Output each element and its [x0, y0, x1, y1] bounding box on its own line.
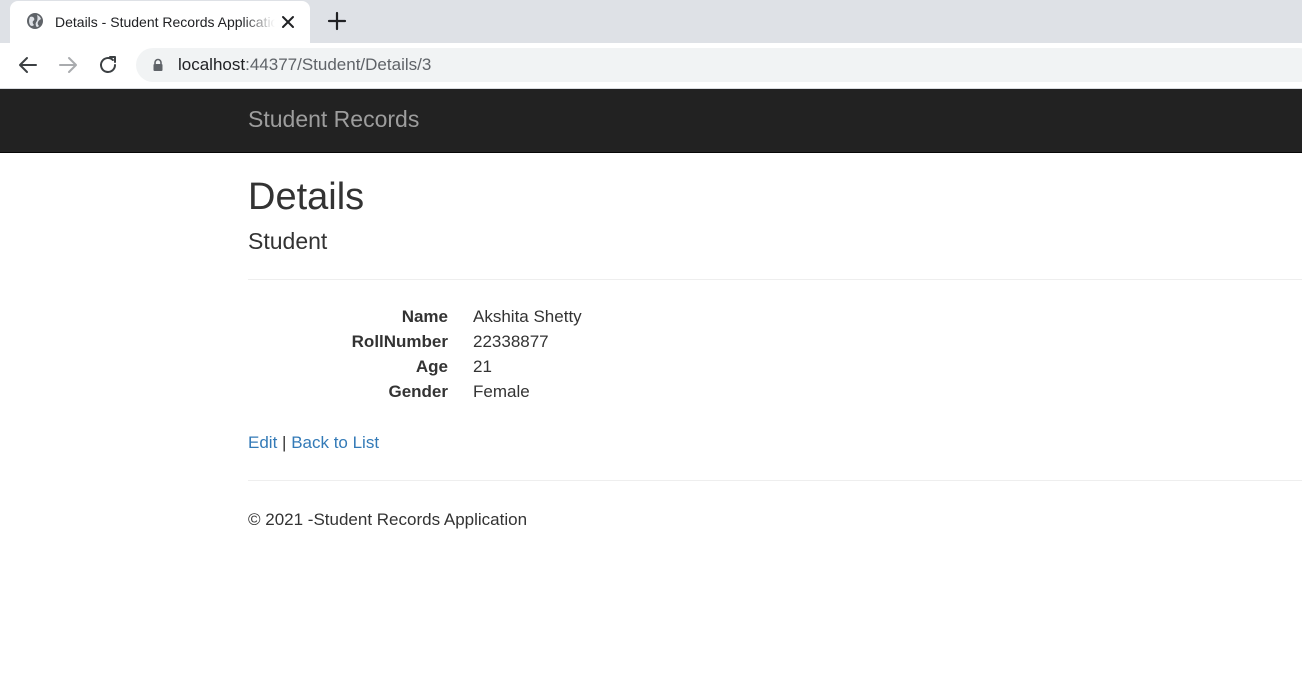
url-host: localhost — [178, 55, 246, 74]
action-links: Edit | Back to List — [248, 430, 379, 455]
detail-value: Akshita Shetty — [473, 307, 582, 326]
detail-row-gender: Gender Female — [248, 379, 848, 404]
back-arrow-icon[interactable] — [17, 54, 39, 76]
url-path: :44377/Student/Details/3 — [245, 55, 432, 74]
edit-link[interactable]: Edit — [248, 433, 277, 452]
globe-icon — [27, 13, 43, 29]
detail-label: Age — [415, 357, 448, 376]
url-text[interactable]: localhost:44377/Student/Details/3 — [178, 55, 431, 75]
page-title: Details — [248, 176, 365, 218]
brand-link[interactable]: Student Records — [248, 105, 419, 133]
footer-divider — [248, 480, 1302, 481]
browser-tab-strip: Details - Student Records Application — [0, 0, 1302, 43]
detail-value: Female — [473, 382, 530, 401]
link-separator: | — [282, 433, 287, 452]
detail-label: Name — [401, 307, 448, 326]
browser-tab[interactable]: Details - Student Records Application — [10, 1, 310, 43]
page-subtitle: Student — [248, 228, 328, 254]
browser-toolbar: localhost:44377/Student/Details/3 — [0, 43, 1302, 89]
detail-row-name: Name Akshita Shetty — [248, 304, 848, 329]
detail-value: 21 — [473, 357, 492, 376]
tab-title: Details - Student Records Application — [55, 14, 275, 30]
close-icon[interactable] — [280, 14, 296, 30]
detail-value: 22338877 — [473, 332, 549, 351]
divider — [248, 279, 1302, 280]
detail-row-rollnumber: RollNumber 22338877 — [248, 329, 848, 354]
lock-icon[interactable] — [151, 58, 165, 72]
reload-icon[interactable] — [97, 54, 119, 76]
detail-label: Gender — [388, 382, 448, 401]
site-navbar: Student Records — [0, 89, 1302, 153]
detail-label: RollNumber — [351, 332, 448, 351]
footer-copyright: © 2021 -Student Records Application — [248, 510, 528, 529]
detail-row-age: Age 21 — [248, 354, 848, 379]
back-to-list-link[interactable]: Back to List — [291, 433, 379, 452]
address-bar[interactable]: localhost:44377/Student/Details/3 — [136, 48, 1302, 82]
forward-arrow-icon[interactable] — [57, 54, 79, 76]
new-tab-icon[interactable] — [326, 10, 348, 32]
